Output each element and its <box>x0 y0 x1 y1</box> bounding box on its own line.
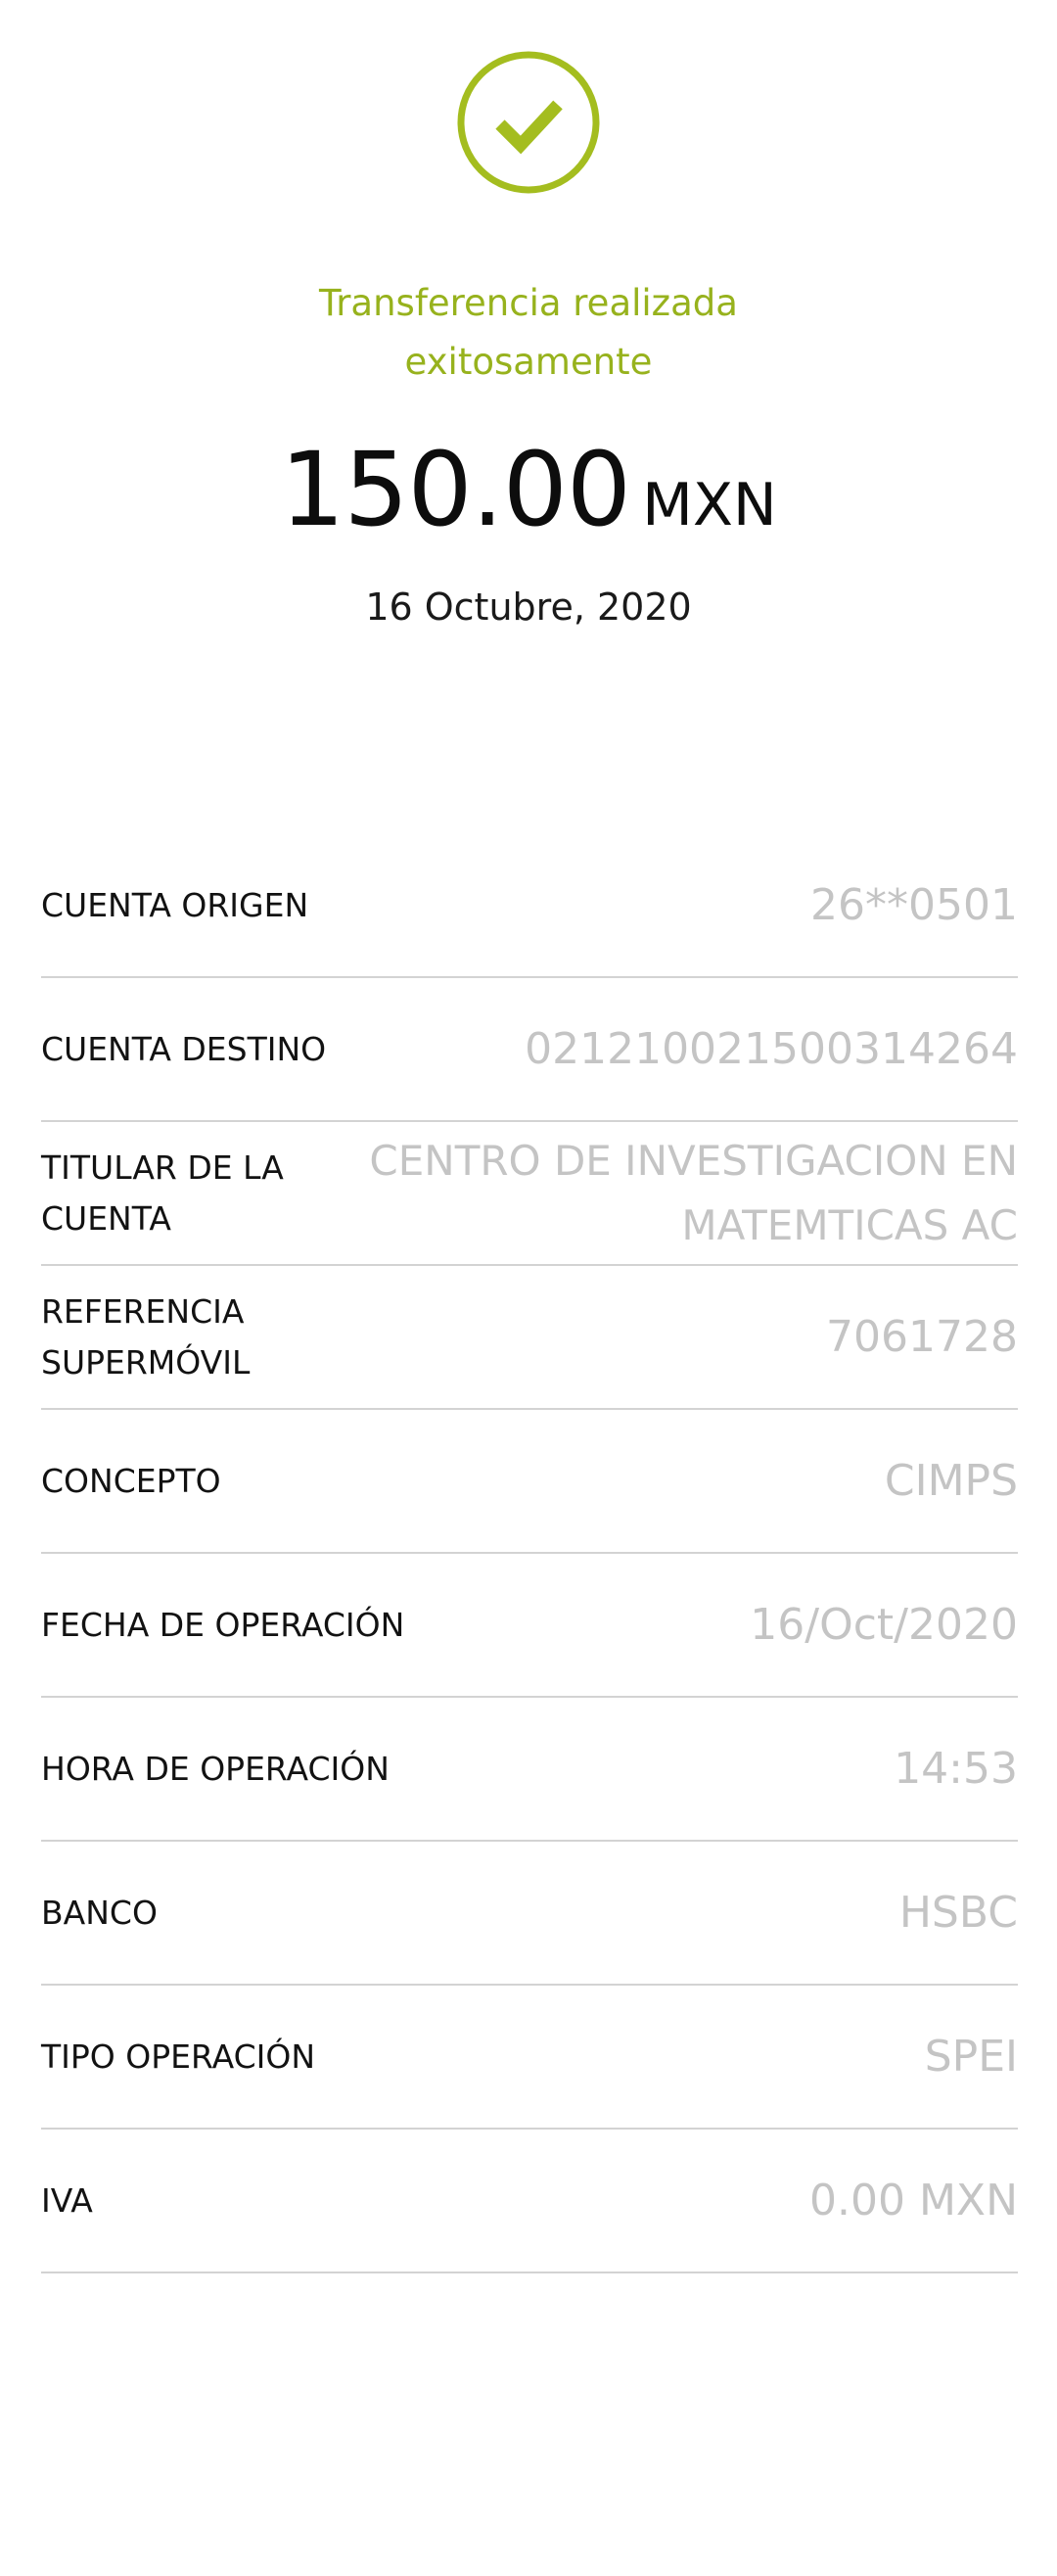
detail-row-tipo-operacion: TIPO OPERACIÓN SPEI <box>41 1986 1018 2130</box>
detail-label: TITULAR DE LA CUENTA <box>41 1147 284 1238</box>
detail-value: 14:53 <box>894 1743 1018 1794</box>
detail-label: CUENTA ORIGEN <box>41 885 309 924</box>
detail-row-cuenta-origen: CUENTA ORIGEN 26**0501 <box>41 834 1018 978</box>
transfer-amount: 150.00 MXN <box>0 421 1057 558</box>
detail-label: FECHA DE OPERACIÓN <box>41 1605 405 1644</box>
transfer-details-list: CUENTA ORIGEN 26**0501 CUENTA DESTINO 02… <box>41 834 1018 2273</box>
detail-label: REFERENCIA SUPERMÓVIL <box>41 1291 251 1382</box>
detail-value: 7061728 <box>826 1311 1018 1362</box>
detail-label: TIPO OPERACIÓN <box>41 2037 316 2076</box>
detail-value: HSBC <box>898 1887 1018 1938</box>
detail-label: BANCO <box>41 1893 158 1932</box>
detail-label: IVA <box>41 2180 93 2220</box>
detail-value: CENTRO DE INVESTIGACION EN MATEMTICAS AC <box>369 1136 1018 1249</box>
detail-row-concepto: CONCEPTO CIMPS <box>41 1410 1018 1554</box>
transfer-date: 16 Octubre, 2020 <box>365 585 692 629</box>
detail-row-cuenta-destino: CUENTA DESTINO 021210021500314264 <box>41 978 1018 1122</box>
detail-value: 16/Oct/2020 <box>750 1599 1018 1650</box>
detail-row-hora: HORA DE OPERACIÓN 14:53 <box>41 1698 1018 1842</box>
detail-value: CIMPS <box>884 1455 1018 1506</box>
amount-value: 150.00 <box>280 430 631 549</box>
detail-row-banco: BANCO HSBC <box>41 1842 1018 1986</box>
detail-row-referencia: REFERENCIA SUPERMÓVIL 7061728 <box>41 1266 1018 1410</box>
detail-value: 021210021500314264 <box>525 1023 1018 1074</box>
detail-value: SPEI <box>924 2031 1018 2082</box>
detail-label: CONCEPTO <box>41 1461 221 1500</box>
detail-value: 0.00 MXN <box>809 2175 1018 2225</box>
detail-label: CUENTA DESTINO <box>41 1029 327 1068</box>
amount-currency: MXN <box>642 471 777 539</box>
check-circle-icon <box>456 50 601 195</box>
detail-value: 26**0501 <box>810 879 1018 930</box>
detail-label: HORA DE OPERACIÓN <box>41 1749 390 1788</box>
detail-row-iva: IVA 0.00 MXN <box>41 2130 1018 2273</box>
detail-row-fecha: FECHA DE OPERACIÓN 16/Oct/2020 <box>41 1554 1018 1698</box>
success-message: Transferencia realizada exitosamente <box>319 282 738 383</box>
detail-row-titular: TITULAR DE LA CUENTA CENTRO DE INVESTIGA… <box>41 1122 1018 1266</box>
